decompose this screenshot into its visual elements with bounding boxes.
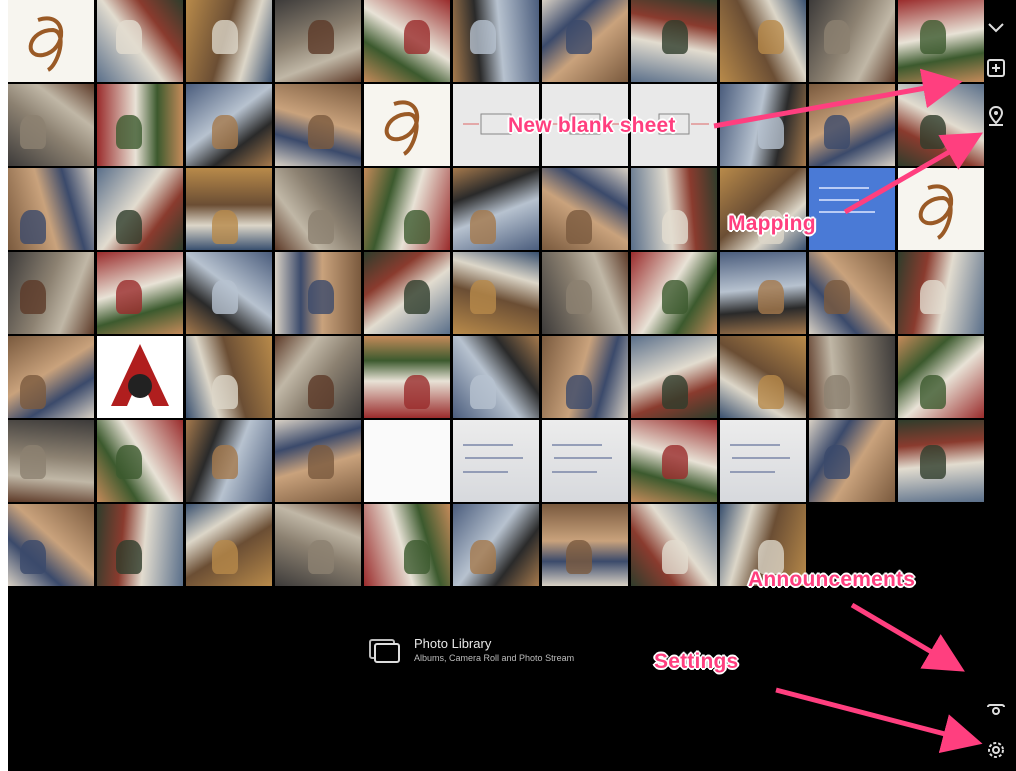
photo-thumbnail[interactable] xyxy=(720,336,806,418)
photo-thumbnail[interactable] xyxy=(275,420,361,502)
photo-thumbnail[interactable] xyxy=(898,252,984,334)
photo-thumbnail[interactable] xyxy=(809,420,895,502)
photo-thumbnail[interactable] xyxy=(97,504,183,586)
photo-thumbnail[interactable] xyxy=(364,168,450,250)
new-blank-sheet-callout: New blank sheet xyxy=(508,114,676,137)
photo-thumbnail[interactable] xyxy=(898,168,984,250)
chevron-down-icon[interactable] xyxy=(984,16,1008,40)
mapping-callout: Mapping xyxy=(728,212,816,235)
photo-thumbnail[interactable] xyxy=(631,336,717,418)
photo-thumbnail[interactable] xyxy=(97,84,183,166)
gear-icon[interactable] xyxy=(984,738,1008,762)
photo-thumbnail[interactable] xyxy=(809,84,895,166)
photo-thumbnail[interactable] xyxy=(364,252,450,334)
photo-thumbnail[interactable] xyxy=(186,0,272,82)
photo-thumbnail[interactable] xyxy=(186,168,272,250)
photo-thumbnail[interactable] xyxy=(275,0,361,82)
announcements-icon[interactable] xyxy=(984,698,1008,722)
photo-thumbnail[interactable] xyxy=(720,168,806,250)
photo-thumbnail[interactable] xyxy=(631,0,717,82)
photo-thumbnail[interactable] xyxy=(8,504,94,586)
photo-thumbnail[interactable] xyxy=(809,252,895,334)
photo-thumbnail[interactable] xyxy=(186,504,272,586)
photo-thumbnail[interactable] xyxy=(364,504,450,586)
photo-thumbnail[interactable] xyxy=(8,420,94,502)
photo-thumbnail[interactable] xyxy=(186,336,272,418)
photo-thumbnail[interactable] xyxy=(898,0,984,82)
photo-thumbnail[interactable] xyxy=(631,504,717,586)
photo-thumbnail[interactable] xyxy=(364,0,450,82)
photo-thumbnail[interactable] xyxy=(275,168,361,250)
photo-grid xyxy=(8,0,984,598)
photo-thumbnail[interactable] xyxy=(186,84,272,166)
photo-thumbnail[interactable] xyxy=(97,420,183,502)
photo-thumbnail[interactable] xyxy=(453,0,539,82)
photo-thumbnail[interactable] xyxy=(720,252,806,334)
photo-thumbnail[interactable] xyxy=(809,0,895,82)
photo-thumbnail[interactable] xyxy=(364,84,450,166)
photo-thumbnail[interactable] xyxy=(898,420,984,502)
photo-thumbnail[interactable] xyxy=(453,252,539,334)
photo-thumbnail[interactable] xyxy=(542,168,628,250)
photo-thumbnail[interactable] xyxy=(453,168,539,250)
photo-thumbnail[interactable] xyxy=(631,420,717,502)
photo-thumbnail[interactable] xyxy=(97,168,183,250)
photo-thumbnail[interactable] xyxy=(275,336,361,418)
photo-thumbnail[interactable] xyxy=(97,252,183,334)
settings-callout: Settings xyxy=(654,650,739,673)
photo-thumbnail[interactable] xyxy=(453,336,539,418)
photo-thumbnail[interactable] xyxy=(97,0,183,82)
new-blank-sheet-icon[interactable] xyxy=(984,56,1008,80)
photo-thumbnail[interactable] xyxy=(809,168,895,250)
photo-thumbnail[interactable] xyxy=(542,0,628,82)
photo-thumbnail[interactable] xyxy=(631,252,717,334)
photo-thumbnail[interactable] xyxy=(542,504,628,586)
photo-thumbnail[interactable] xyxy=(720,420,806,502)
photo-thumbnail[interactable] xyxy=(8,168,94,250)
photo-thumbnail[interactable] xyxy=(720,0,806,82)
announcements-callout: Announcements xyxy=(748,568,916,591)
photo-thumbnail[interactable] xyxy=(542,336,628,418)
photo-thumbnail[interactable] xyxy=(364,336,450,418)
photo-library-icon xyxy=(368,636,402,664)
photo-thumbnail[interactable] xyxy=(275,504,361,586)
photo-library-button[interactable]: Photo Library Albums, Camera Roll and Ph… xyxy=(368,636,668,676)
photo-thumbnail[interactable] xyxy=(809,336,895,418)
photo-thumbnail[interactable] xyxy=(364,420,450,502)
photo-thumbnail[interactable] xyxy=(97,336,183,418)
photo-thumbnail[interactable] xyxy=(453,420,539,502)
photo-thumbnail[interactable] xyxy=(186,420,272,502)
photo-thumbnail[interactable] xyxy=(8,336,94,418)
photo-thumbnail[interactable] xyxy=(631,168,717,250)
photo-thumbnail[interactable] xyxy=(542,252,628,334)
photo-thumbnail[interactable] xyxy=(898,84,984,166)
photo-thumbnail[interactable] xyxy=(275,84,361,166)
photo-thumbnail[interactable] xyxy=(898,336,984,418)
photo-thumbnail[interactable] xyxy=(8,84,94,166)
photo-thumbnail[interactable] xyxy=(275,252,361,334)
photo-thumbnail[interactable] xyxy=(720,84,806,166)
photo-thumbnail[interactable] xyxy=(8,252,94,334)
photo-thumbnail[interactable] xyxy=(8,0,94,82)
photo-thumbnail[interactable] xyxy=(542,420,628,502)
side-toolbar xyxy=(976,0,1016,771)
photo-thumbnail[interactable] xyxy=(453,504,539,586)
map-pin-icon[interactable] xyxy=(984,104,1008,128)
photo-library-title: Photo Library xyxy=(414,636,492,651)
photo-library-subtitle: Albums, Camera Roll and Photo Stream xyxy=(414,653,575,663)
photo-thumbnail[interactable] xyxy=(186,252,272,334)
